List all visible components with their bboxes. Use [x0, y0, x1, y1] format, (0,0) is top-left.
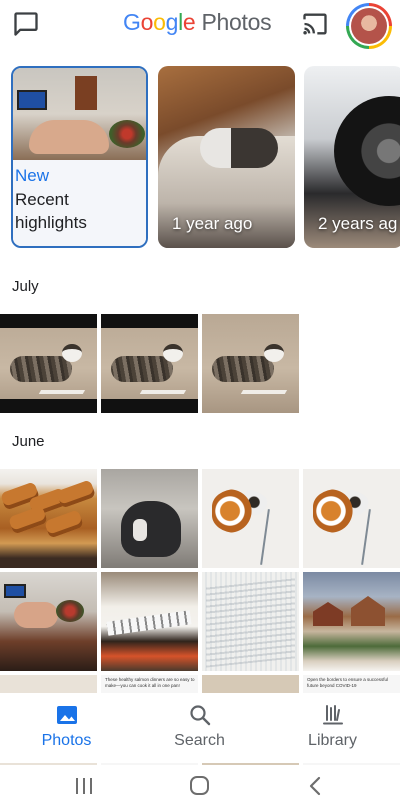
search-icon [188, 703, 212, 727]
photo-thumbnail[interactable] [202, 314, 299, 413]
nav-item-photos[interactable]: Photos [0, 693, 133, 763]
section-label-july: July [12, 278, 39, 295]
memory-card-1-year-ago[interactable]: 1 year ago [158, 66, 295, 248]
back-icon[interactable] [304, 775, 328, 797]
brand-photos: Photos [201, 9, 272, 35]
memory-new-badge: New [15, 166, 50, 185]
section-label-june: June [12, 433, 45, 450]
photo-caption-text: These healthy salmon dinners are so easy… [105, 677, 195, 688]
photo-thumbnail[interactable] [303, 572, 400, 671]
photo-thumbnail[interactable] [101, 469, 198, 568]
top-app-bar: Google Photos [0, 0, 400, 52]
memory-title: Recent highlights [15, 190, 87, 232]
photo-thumbnail[interactable] [0, 572, 97, 671]
bottom-navigation: Photos Search Library [0, 693, 400, 763]
photo-thumbnail[interactable] [101, 314, 198, 413]
photo-thumbnail[interactable] [202, 572, 299, 671]
app-logo: Google Photos [123, 9, 272, 39]
photo-caption-text: Open the borders to ensure a successful … [307, 677, 389, 688]
photos-icon [55, 703, 79, 727]
nav-label: Photos [41, 732, 92, 749]
nav-item-search[interactable]: Search [133, 693, 266, 763]
memories-carousel[interactable]: New Recent highlights 1 year ago 2 years… [0, 66, 400, 249]
brand-google: Google [123, 9, 196, 35]
photo-thumbnail[interactable] [303, 469, 400, 568]
memory-caption: 2 years ag [318, 214, 398, 233]
memory-thumbnail [13, 68, 146, 160]
photo-thumbnail[interactable] [0, 469, 97, 568]
nav-item-library[interactable]: Library [266, 693, 399, 763]
account-avatar[interactable] [346, 3, 392, 49]
photo-thumbnail[interactable] [202, 469, 299, 568]
home-icon[interactable] [187, 775, 211, 797]
google-photos-screen: Google Photos New Recent highlights 1 ye… [0, 0, 400, 807]
memory-card-2-years-ago[interactable]: 2 years ag [304, 66, 400, 248]
nav-label: Library [308, 732, 357, 749]
photo-thumbnail[interactable] [101, 572, 198, 671]
avatar-photo [351, 8, 387, 44]
memory-caption: 1 year ago [172, 214, 253, 233]
library-icon [321, 703, 345, 727]
nav-label: Search [174, 732, 225, 749]
system-navigation-bar [0, 765, 400, 807]
chat-icon[interactable] [12, 10, 40, 38]
photo-thumbnail[interactable] [0, 314, 97, 413]
recent-apps-icon[interactable] [72, 775, 96, 797]
cast-icon[interactable] [300, 10, 330, 38]
